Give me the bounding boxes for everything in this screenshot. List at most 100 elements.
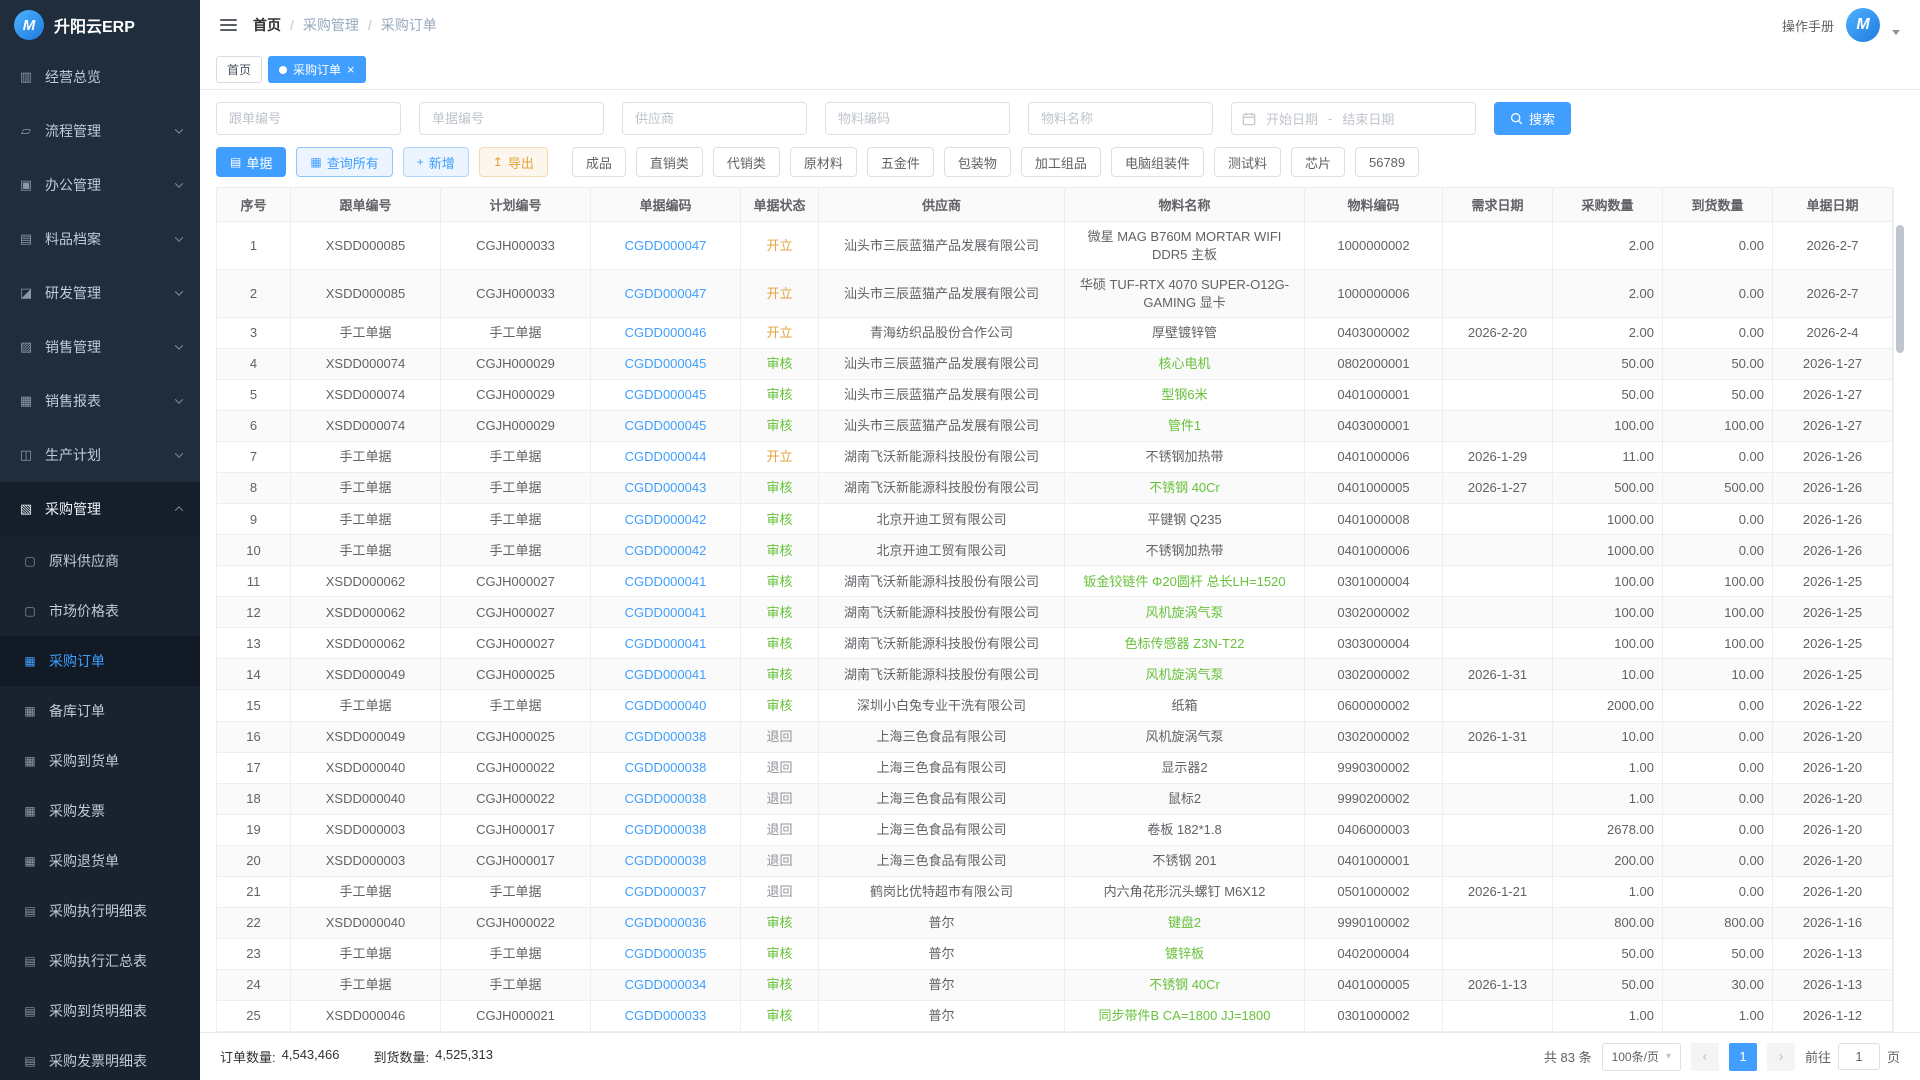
table-scrollbar[interactable] <box>1893 187 1904 1032</box>
doc-no-link[interactable]: CGDD000041 <box>625 605 707 620</box>
cell-material-name[interactable]: 风机旋涡气泵 <box>1065 597 1305 628</box>
tracking-no-input[interactable] <box>216 102 401 135</box>
doc-no-link[interactable]: CGDD000037 <box>625 884 707 899</box>
sidebar-subitem-purchase-exec-summary[interactable]: ▤采购执行汇总表 <box>0 936 200 986</box>
tab-home[interactable]: 首页 <box>216 56 262 83</box>
doc-no-link[interactable]: CGDD000038 <box>625 853 707 868</box>
add-button[interactable]: +新增 <box>403 147 469 177</box>
query-all-button[interactable]: ▦查询所有 <box>296 147 392 177</box>
sidebar-item-purchase[interactable]: ▧采购管理 <box>0 482 200 536</box>
cell-status: 开立 <box>741 222 819 270</box>
cell-supplier: 深圳小白兔专业干洗有限公司 <box>819 690 1065 721</box>
material-code-input[interactable] <box>825 102 1010 135</box>
doc-no-link[interactable]: CGDD000035 <box>625 946 707 961</box>
doc-no-link[interactable]: CGDD000044 <box>625 449 707 464</box>
category-button[interactable]: 五金件 <box>867 147 934 177</box>
supplier-input[interactable] <box>622 102 807 135</box>
chevron-down-icon[interactable] <box>1892 30 1900 35</box>
material-name-input[interactable] <box>1028 102 1213 135</box>
manual-link[interactable]: 操作手册 <box>1782 16 1834 35</box>
breadcrumb-item[interactable]: 采购管理 <box>303 15 359 35</box>
cell-material-name[interactable]: 不锈钢 40Cr <box>1065 473 1305 504</box>
hamburger-icon[interactable] <box>220 16 237 34</box>
category-button[interactable]: 代销类 <box>713 147 780 177</box>
sidebar-subitem-stock-order[interactable]: ▦备库订单 <box>0 686 200 736</box>
doc-no-link[interactable]: CGDD000045 <box>625 356 707 371</box>
sidebar-subitem-purchase-invoice[interactable]: ▦采购发票 <box>0 786 200 836</box>
category-button[interactable]: 测试料 <box>1214 147 1281 177</box>
page-size-select[interactable]: 100条/页 ▾ <box>1602 1043 1681 1071</box>
category-button[interactable]: 包装物 <box>944 147 1011 177</box>
document-button[interactable]: ▤单据 <box>216 147 286 177</box>
doc-no-link[interactable]: CGDD000033 <box>625 1008 707 1023</box>
tab-purchase-order[interactable]: 采购订单× <box>268 56 366 83</box>
breadcrumb-item[interactable]: 首页 <box>253 15 281 35</box>
prev-page-button[interactable]: ‹ <box>1691 1043 1719 1071</box>
cell-order-no: XSDD000040 <box>291 907 441 938</box>
close-icon[interactable]: × <box>347 63 355 76</box>
doc-no-link[interactable]: CGDD000040 <box>625 698 707 713</box>
sidebar-item-materials[interactable]: ▤料品档案 <box>0 212 200 266</box>
date-range-picker[interactable]: 开始日期 - 结束日期 <box>1231 102 1476 135</box>
doc-no-link[interactable]: CGDD000046 <box>625 325 707 340</box>
cell-material-name[interactable]: 风机旋涡气泵 <box>1065 659 1305 690</box>
sidebar-item-overview[interactable]: ▥经营总览 <box>0 50 200 104</box>
sidebar-subitem-raw-supplier[interactable]: ▢原料供应商 <box>0 536 200 586</box>
category-button[interactable]: 成品 <box>572 147 626 177</box>
doc-no-link[interactable]: CGDD000038 <box>625 729 707 744</box>
cell-material-name[interactable]: 不锈钢 40Cr <box>1065 969 1305 1000</box>
scrollbar-thumb[interactable] <box>1896 225 1904 353</box>
export-button[interactable]: ↥导出 <box>479 147 548 177</box>
doc-no-link[interactable]: CGDD000045 <box>625 387 707 402</box>
doc-no-link[interactable]: CGDD000042 <box>625 543 707 558</box>
category-button[interactable]: 电脑组装件 <box>1111 147 1204 177</box>
doc-no-link[interactable]: CGDD000045 <box>625 418 707 433</box>
sidebar-item-process[interactable]: ▱流程管理 <box>0 104 200 158</box>
cell-material-name[interactable]: 键盘2 <box>1065 907 1305 938</box>
doc-no-input[interactable] <box>419 102 604 135</box>
sidebar-subitem-market-price[interactable]: ▢市场价格表 <box>0 586 200 636</box>
doc-no-link[interactable]: CGDD000041 <box>625 667 707 682</box>
doc-no-link[interactable]: CGDD000036 <box>625 915 707 930</box>
sidebar-item-production[interactable]: ◫生产计划 <box>0 428 200 482</box>
sidebar-item-rd[interactable]: ◪研发管理 <box>0 266 200 320</box>
cell-material-name[interactable]: 镀锌板 <box>1065 938 1305 969</box>
category-button[interactable]: 56789 <box>1355 147 1419 177</box>
cell-material-name[interactable]: 同步带件B CA=1800 JJ=1800 <box>1065 1000 1305 1031</box>
sidebar-subitem-purchase-arrival[interactable]: ▦采购到货单 <box>0 736 200 786</box>
doc-no-link[interactable]: CGDD000047 <box>625 286 707 301</box>
goto-page-input[interactable] <box>1838 1043 1880 1070</box>
sidebar-subitem-label: 备库订单 <box>49 701 105 721</box>
sidebar-subitem-purchase-invoice-detail[interactable]: ▤采购发票明细表 <box>0 1036 200 1080</box>
cell-material-name[interactable]: 钣金铰链件 Φ20圆杆 总长LH=1520 <box>1065 566 1305 597</box>
avatar[interactable]: M <box>1846 8 1880 42</box>
next-page-button[interactable]: › <box>1767 1043 1795 1071</box>
doc-no-link[interactable]: CGDD000034 <box>625 977 707 992</box>
sidebar-subitem-purchase-arrival-detail[interactable]: ▤采购到货明细表 <box>0 986 200 1036</box>
cell-material-name[interactable]: 色标传感器 Z3N-T22 <box>1065 628 1305 659</box>
doc-no-link[interactable]: CGDD000041 <box>625 574 707 589</box>
category-button[interactable]: 原材料 <box>790 147 857 177</box>
doc-no-link[interactable]: CGDD000038 <box>625 791 707 806</box>
doc-no-link[interactable]: CGDD000041 <box>625 636 707 651</box>
sidebar-subitem-purchase-return[interactable]: ▦采购退货单 <box>0 836 200 886</box>
sidebar-item-sales[interactable]: ▨销售管理 <box>0 320 200 374</box>
sidebar-item-office[interactable]: ▣办公管理 <box>0 158 200 212</box>
sidebar-subitem-purchase-order[interactable]: ▦采购订单 <box>0 636 200 686</box>
category-button[interactable]: 直销类 <box>636 147 703 177</box>
category-button[interactable]: 加工组品 <box>1021 147 1101 177</box>
cell-doc-date: 2026-1-25 <box>1773 597 1893 628</box>
doc-no-link[interactable]: CGDD000043 <box>625 480 707 495</box>
category-button[interactable]: 芯片 <box>1291 147 1345 177</box>
cell-material-name[interactable]: 核心电机 <box>1065 349 1305 380</box>
sidebar-subitem-purchase-exec-detail[interactable]: ▤采购执行明细表 <box>0 886 200 936</box>
search-button[interactable]: 搜索 <box>1494 102 1571 135</box>
doc-no-link[interactable]: CGDD000042 <box>625 512 707 527</box>
doc-no-link[interactable]: CGDD000038 <box>625 760 707 775</box>
current-page-button[interactable]: 1 <box>1729 1043 1757 1071</box>
cell-material-name[interactable]: 管件1 <box>1065 411 1305 442</box>
doc-no-link[interactable]: CGDD000038 <box>625 822 707 837</box>
doc-no-link[interactable]: CGDD000047 <box>625 238 707 253</box>
cell-material-name[interactable]: 型钢6米 <box>1065 380 1305 411</box>
sidebar-item-sales-report[interactable]: ▦销售报表 <box>0 374 200 428</box>
